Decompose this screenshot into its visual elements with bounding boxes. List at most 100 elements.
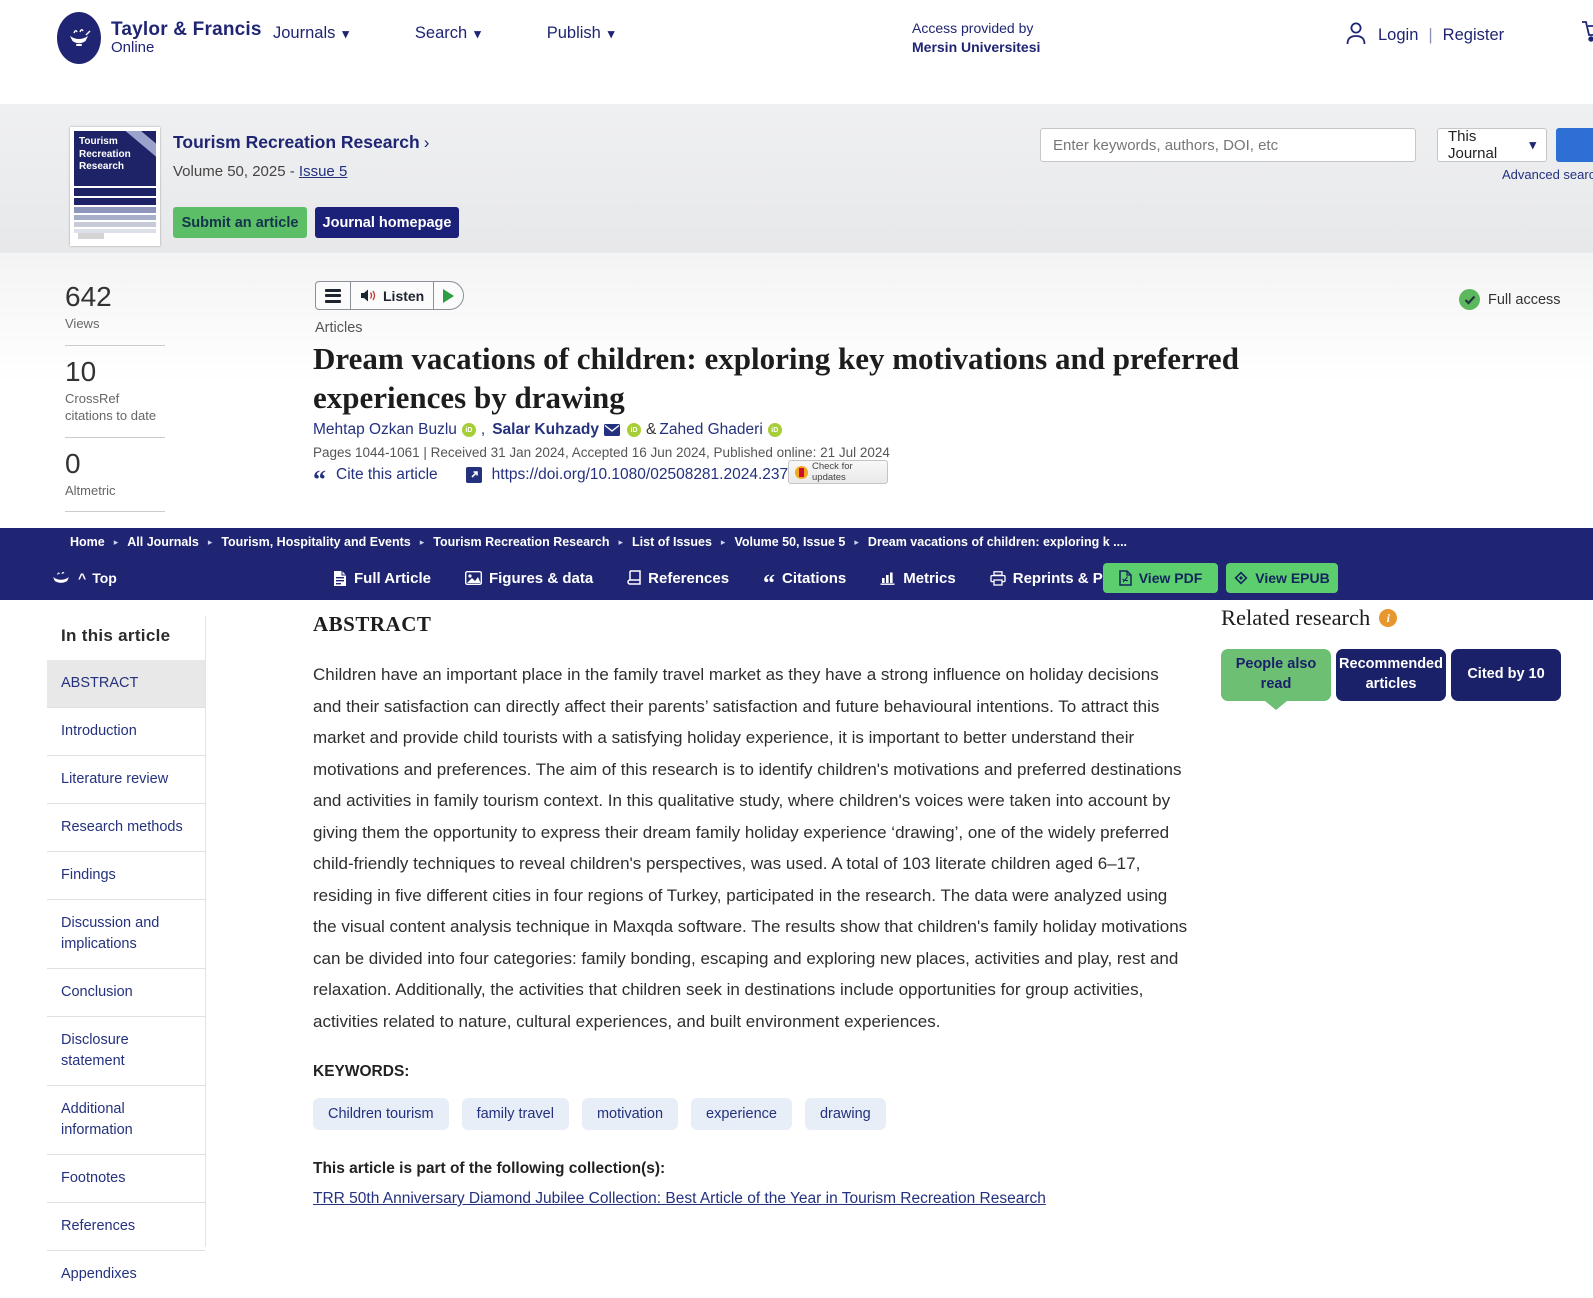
breadcrumb-separator-icon: ▸ (721, 537, 726, 548)
views-value: 642 (65, 281, 165, 313)
epub-diamond-icon (1234, 571, 1248, 585)
tab-recommended-articles[interactable]: Recommended articles (1336, 649, 1446, 701)
breadcrumb-item[interactable]: Tourism Recreation Research (433, 535, 609, 549)
breadcrumb-item[interactable]: Volume 50, Issue 5 (734, 535, 845, 549)
advanced-search-link[interactable]: Advanced search (1502, 167, 1593, 182)
author-link[interactable]: Mehtap Ozkan Buzlu (313, 421, 457, 439)
keyword-pill[interactable]: family travel (462, 1098, 569, 1130)
quote-icon: “ (313, 473, 326, 487)
view-epub-button[interactable]: View EPUB (1226, 563, 1338, 593)
sidebar-item-disclosure[interactable]: Disclosure statement (47, 1017, 205, 1086)
breadcrumb-item[interactable]: All Journals (127, 535, 199, 549)
search-scope-select[interactable]: This Journal ▾ (1437, 128, 1547, 162)
tandf-lamp-icon (50, 571, 72, 585)
pdf-icon (1119, 570, 1132, 586)
orcid-icon[interactable]: iD (768, 423, 782, 437)
crossref-label: CrossRef citations to date (65, 390, 165, 425)
keyword-pill[interactable]: Children tourism (313, 1098, 449, 1130)
tandf-logo[interactable]: Taylor & Francis Online (57, 12, 262, 64)
keyword-pill[interactable]: drawing (805, 1098, 886, 1130)
issue-link[interactable]: Issue 5 (299, 163, 347, 180)
sidebar-item-appendixes[interactable]: Appendixes (47, 1251, 205, 1298)
nav-item-search[interactable]: Search ▾ (415, 24, 481, 43)
chevron-right-icon: › (424, 133, 430, 152)
sidebar-item-research-methods[interactable]: Research methods (47, 804, 205, 852)
collections-label: This article is part of the following co… (313, 1160, 1188, 1178)
keyword-pill[interactable]: motivation (582, 1098, 678, 1130)
article-type-label: Articles (315, 320, 363, 336)
sidebar-item-references[interactable]: References (47, 1203, 205, 1251)
article-meta: Pages 1044-1061 | Received 31 Jan 2024, … (313, 445, 890, 460)
article-metrics: 642 Views 10 CrossRef citations to date … (65, 281, 165, 522)
brand-online: Online (111, 40, 262, 56)
author-link[interactable]: Salar Kuhzady (492, 421, 599, 439)
doi-link[interactable]: https://doi.org/10.1080/02508281.2024.23… (492, 466, 823, 484)
sidebar-item-conclusion[interactable]: Conclusion (47, 969, 205, 1017)
breadcrumb-item[interactable]: List of Issues (632, 535, 712, 549)
nav-item-publish[interactable]: Publish ▾ (547, 24, 615, 43)
sidebar-item-literature-review[interactable]: Literature review (47, 756, 205, 804)
journal-search-input[interactable] (1040, 128, 1416, 162)
nav-item-journals[interactable]: Journals ▾ (273, 24, 349, 43)
listen-play-button[interactable] (433, 282, 463, 309)
chevron-down-icon: ▾ (342, 26, 349, 42)
sidebar-item-additional-info[interactable]: Additional information (47, 1086, 205, 1155)
breadcrumb-item[interactable]: Home (70, 535, 105, 549)
cite-this-article-link[interactable]: Cite this article (336, 466, 438, 484)
chevron-down-icon: ▾ (1529, 137, 1536, 153)
journal-homepage-button[interactable]: Journal homepage (315, 207, 459, 238)
tab-metrics[interactable]: Metrics (880, 570, 956, 587)
keyword-pill[interactable]: experience (691, 1098, 792, 1130)
listen-menu-button[interactable] (316, 282, 350, 309)
tab-people-also-read[interactable]: People also read (1221, 649, 1331, 701)
listen-widget[interactable]: Listen (315, 281, 464, 310)
breadcrumb: Home ▸ All Journals ▸ Tourism, Hospitali… (70, 528, 1127, 556)
access-provided: Access provided by Mersin Universitesi (912, 20, 1040, 55)
check-for-updates-badge[interactable]: Check for updates (788, 460, 888, 484)
sidebar-item-abstract[interactable]: ABSTRACT (47, 660, 205, 708)
article-content: In this article ABSTRACT Introduction Li… (0, 600, 1593, 1247)
collection-link[interactable]: TRR 50th Anniversary Diamond Jubilee Col… (313, 1190, 1073, 1208)
sidebar-item-introduction[interactable]: Introduction (47, 708, 205, 756)
sidebar-item-footnotes[interactable]: Footnotes (47, 1155, 205, 1203)
back-to-top-link[interactable]: ^Top (50, 570, 117, 586)
breadcrumb-separator-icon: ▸ (114, 537, 119, 548)
cart-icon[interactable] (1581, 18, 1593, 49)
speaker-icon (360, 288, 377, 303)
play-icon (443, 289, 454, 303)
search-submit-button[interactable] (1556, 128, 1593, 162)
user-icon (1344, 20, 1368, 51)
breadcrumb-separator-icon: ▸ (208, 537, 213, 548)
sidebar-item-findings[interactable]: Findings (47, 852, 205, 900)
full-access-indicator: Full access (1459, 289, 1561, 310)
top-caret-icon: ^ (78, 570, 86, 586)
tab-references[interactable]: References (627, 570, 729, 587)
journal-title-link[interactable]: Tourism Recreation Research› (173, 132, 429, 153)
tab-citations[interactable]: “ Citations (763, 570, 846, 587)
views-metric: 642 Views (65, 281, 165, 346)
chevron-down-icon: ▾ (608, 26, 615, 42)
sidebar-item-discussion[interactable]: Discussion and implications (47, 900, 205, 969)
author-link[interactable]: Zahed Ghaderi (659, 421, 762, 439)
brand-name: Taylor & Francis (111, 20, 262, 40)
listen-button[interactable]: Listen (350, 282, 433, 309)
breadcrumb-item[interactable]: Tourism, Hospitality and Events (221, 535, 410, 549)
altmetric-label: Altmetric (65, 482, 165, 500)
submit-article-button[interactable]: Submit an article (173, 207, 307, 238)
login-link[interactable]: Login (1378, 26, 1418, 45)
info-icon[interactable]: i (1379, 609, 1397, 627)
tab-full-article[interactable]: Full Article (333, 570, 431, 587)
orcid-icon[interactable]: iD (462, 423, 476, 437)
tab-cited-by[interactable]: Cited by 10 (1451, 649, 1561, 701)
journal-cover[interactable]: Tourism Recreation Research (70, 127, 160, 246)
keywords-label: KEYWORDS: (313, 1063, 1188, 1081)
sidebar-heading: In this article (47, 616, 205, 660)
breadcrumb-current: Dream vacations of children: exploring k… (868, 535, 1127, 549)
orcid-icon[interactable]: iD (627, 423, 641, 437)
altmetric-metric: 0 Altmetric (65, 448, 165, 513)
view-pdf-button[interactable]: View PDF (1103, 563, 1218, 593)
tab-figures-data[interactable]: Figures & data (465, 570, 593, 587)
register-link[interactable]: Register (1443, 26, 1504, 45)
chevron-down-icon: ▾ (474, 26, 481, 42)
email-icon[interactable] (604, 424, 620, 436)
